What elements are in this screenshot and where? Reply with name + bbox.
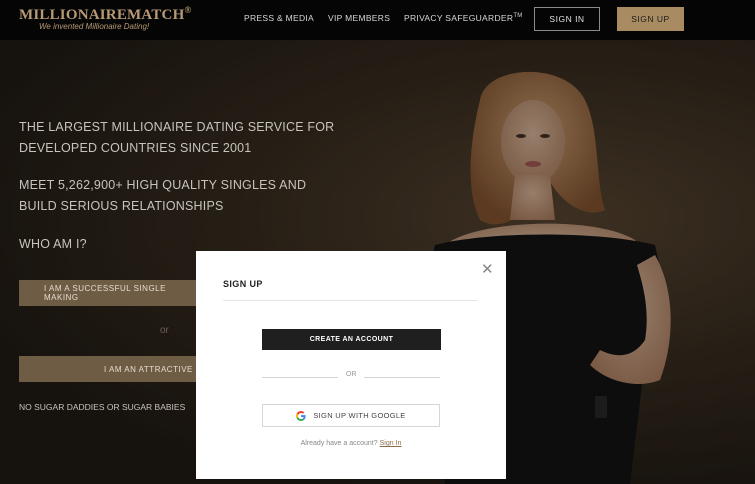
- trademark-mark: TM: [513, 13, 523, 20]
- already-have-account: Already have a account? Sign In: [196, 440, 506, 447]
- nav-privacy-label: PRIVACY SAFEGUARDER: [404, 13, 514, 23]
- close-icon[interactable]: ✕: [481, 260, 494, 278]
- modal-title: SIGN UP: [223, 279, 263, 289]
- option-successful-single-button[interactable]: I AM A SUCCESSFUL SINGLE MAKING: [19, 280, 196, 306]
- google-icon: [296, 410, 306, 421]
- sign-up-modal: SIGN UP ✕ CREATE AN ACCOUNT OR SIGN UP W…: [196, 251, 506, 479]
- google-button-label: SIGN UP WITH GOOGLE: [313, 411, 406, 420]
- hero-headline-line1: THE LARGEST MILLIONAIRE DATING SERVICE F…: [19, 120, 335, 134]
- who-am-i-heading: WHO AM I?: [19, 237, 87, 251]
- tagline: We invented Millionaire Dating!: [39, 22, 150, 31]
- create-account-button[interactable]: CREATE AN ACCOUNT: [262, 329, 441, 350]
- logo-text: MILLIONAIREMATCH: [19, 7, 185, 23]
- or-line-right: [364, 377, 440, 378]
- modal-sign-in-link[interactable]: Sign In: [380, 440, 402, 447]
- nav-privacy-safeguarder[interactable]: PRIVACY SAFEGUARDERTM: [404, 13, 523, 23]
- nav-press-media[interactable]: PRESS & MEDIA: [244, 13, 314, 23]
- hero-subline-line1: MEET 5,262,900+ HIGH QUALITY SINGLES AND: [19, 178, 307, 192]
- hero-headline-line2: DEVELOPED COUNTRIES SINCE 2001: [19, 141, 252, 155]
- sign-up-with-google-button[interactable]: SIGN UP WITH GOOGLE: [262, 404, 440, 427]
- nav-vip-members[interactable]: VIP MEMBERS: [328, 13, 390, 23]
- disclaimer-text: NO SUGAR DADDIES OR SUGAR BABIES: [19, 402, 186, 412]
- top-navigation-bar: MILLIONAIREMATCH® We invented Millionair…: [0, 0, 755, 40]
- modal-or-label: OR: [346, 371, 357, 378]
- or-line-left: [262, 377, 338, 378]
- hero-or-divider: or: [160, 325, 169, 336]
- hero-subline-line2: BUILD SERIOUS RELATIONSHIPS: [19, 199, 224, 213]
- sign-in-button[interactable]: SIGN IN: [534, 7, 600, 31]
- sign-up-button[interactable]: SIGN UP: [617, 7, 684, 31]
- modal-divider: [223, 300, 478, 301]
- registered-mark: ®: [184, 5, 192, 15]
- option-attractive-button[interactable]: I AM AN ATTRACTIVE: [19, 356, 196, 382]
- already-text: Already have a account?: [300, 440, 378, 447]
